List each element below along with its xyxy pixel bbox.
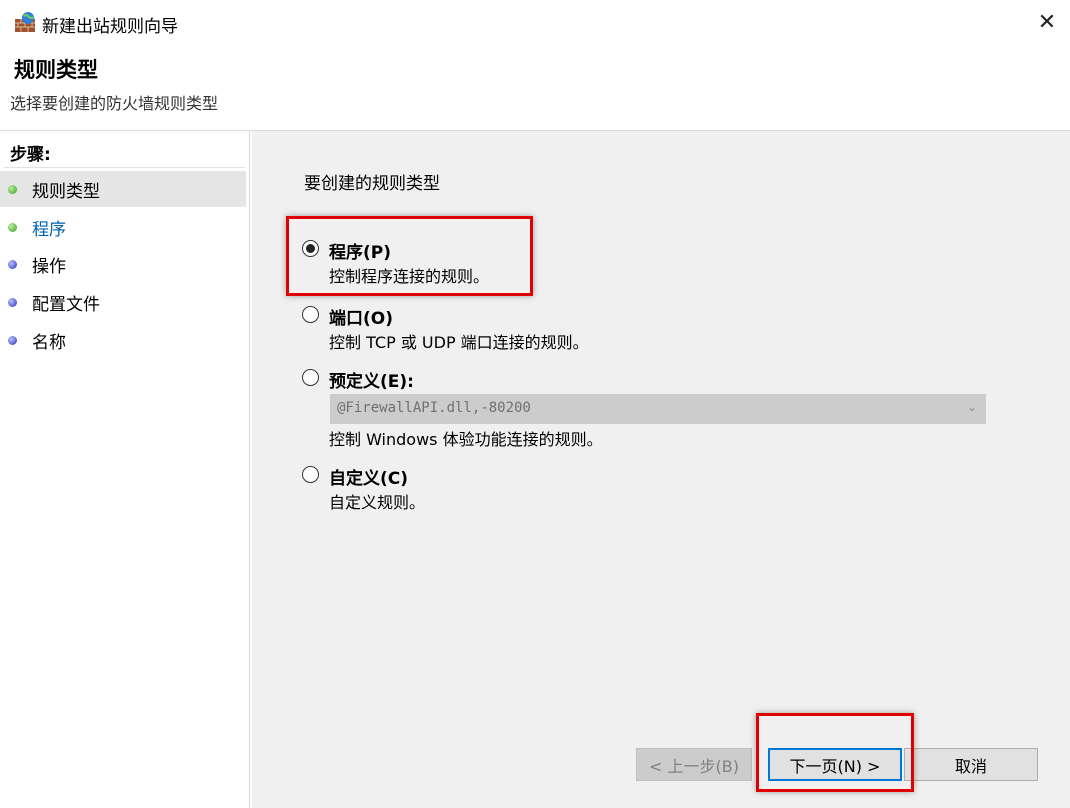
program-radio[interactable]: [302, 240, 319, 257]
option-description: 控制 Windows 体验功能连接的规则。: [329, 430, 603, 449]
steps-label: 步骤:: [10, 145, 51, 165]
close-icon: ✕: [1037, 9, 1057, 35]
option-description: 自定义规则。: [329, 493, 426, 512]
option-label[interactable]: 自定义(C): [329, 464, 408, 489]
step-status-dot-icon: [8, 259, 17, 269]
option-label[interactable]: 程序(P): [329, 238, 391, 263]
chevron-down-icon: ⌄: [966, 400, 977, 414]
predefined-radio[interactable]: [302, 369, 319, 386]
firewall-icon: [15, 12, 35, 32]
step-status-dot-icon: [8, 222, 17, 232]
step-status-dot-icon: [8, 297, 17, 307]
step-status-dot-icon: [8, 335, 17, 345]
title-bar: 新建出站规则向导 ✕: [0, 0, 1070, 46]
close-button[interactable]: ✕: [1024, 0, 1070, 44]
next-button[interactable]: 下一页(N) >: [768, 748, 902, 781]
step-label: 操作: [32, 256, 66, 277]
back-button[interactable]: < 上一步(B): [636, 748, 752, 781]
step-status-dot-icon: [8, 184, 17, 194]
wizard-header: 规则类型 选择要创建的防火墙规则类型: [0, 46, 1070, 131]
step-action[interactable]: 操作: [0, 246, 246, 282]
steps-divider: [4, 167, 245, 168]
page-subtitle: 选择要创建的防火墙规则类型: [10, 94, 219, 113]
window-title: 新建出站规则向导: [42, 17, 178, 37]
step-profile[interactable]: 配置文件: [0, 284, 246, 320]
steps-pane: 步骤: 规则类型 程序 操作 配置文件 名称: [0, 131, 250, 808]
option-label[interactable]: 端口(O): [329, 304, 393, 329]
step-label: 名称: [32, 332, 66, 353]
step-label: 规则类型: [32, 181, 100, 202]
option-description: 控制 TCP 或 UDP 端口连接的规则。: [329, 333, 589, 352]
cancel-button[interactable]: 取消: [904, 748, 1038, 781]
predefined-select-value: @FirewallAPI.dll,-80200: [337, 400, 531, 416]
option-description: 控制程序连接的规则。: [329, 267, 490, 286]
option-label[interactable]: 预定义(E):: [329, 367, 414, 392]
page-title: 规则类型: [14, 58, 98, 82]
predefined-select[interactable]: @FirewallAPI.dll,-80200 ⌄: [330, 394, 986, 424]
step-label: 配置文件: [32, 294, 100, 315]
step-name[interactable]: 名称: [0, 322, 246, 358]
port-radio[interactable]: [302, 306, 319, 323]
rule-type-prompt: 要创建的规则类型: [304, 174, 440, 194]
step-program[interactable]: 程序: [0, 209, 246, 245]
step-label: 程序: [32, 219, 66, 240]
content-pane: 要创建的规则类型 程序(P) 控制程序连接的规则。 端口(O) 控制 TCP 或…: [252, 131, 1070, 808]
custom-radio[interactable]: [302, 466, 319, 483]
step-rule-type[interactable]: 规则类型: [0, 171, 246, 207]
